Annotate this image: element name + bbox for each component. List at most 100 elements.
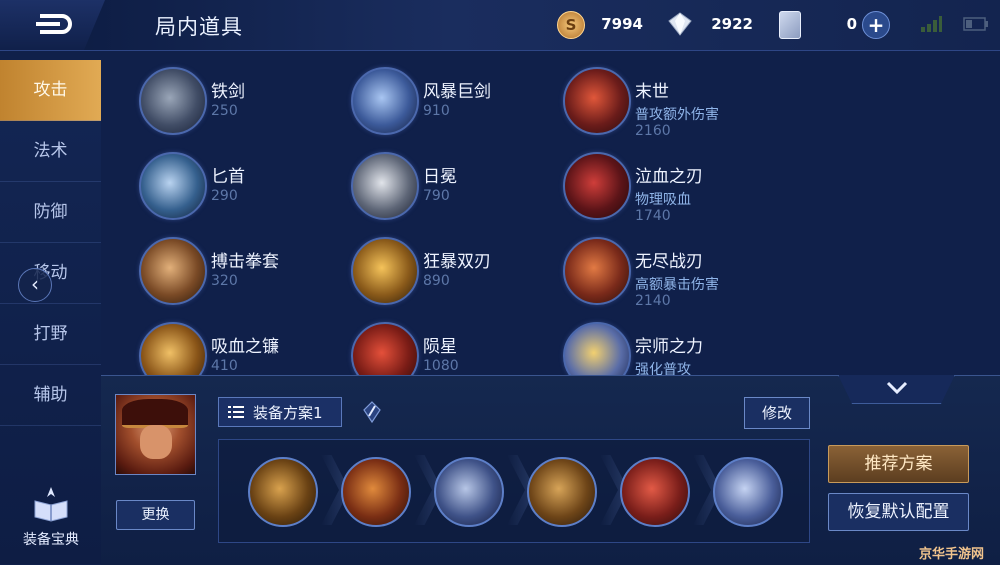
item-corona[interactable]: 日冕 790: [313, 140, 518, 220]
item-name: 吸血之镰: [211, 337, 279, 357]
collapse-panel-button[interactable]: [838, 375, 955, 404]
berserk-twin-blades-icon: [351, 237, 419, 305]
item-storm-greatsword[interactable]: 风暴巨剑 910: [313, 55, 518, 135]
battery-icon: [963, 17, 988, 31]
item-doomsday[interactable]: 末世 普攻额外伤害 2160: [525, 55, 730, 139]
gold-counter: S 7994: [557, 11, 643, 39]
dagger-icon: [139, 152, 207, 220]
item-price: 2140: [635, 293, 671, 309]
item-endless-war-blade[interactable]: 无尽战刃 高额暴击伤害 2140: [525, 225, 730, 309]
item-name: 陨星: [423, 337, 457, 357]
item-vampire-scythe[interactable]: 吸血之镰 410: [101, 310, 306, 375]
item-grid: 铁剑 250 风暴巨剑 910 末世 普攻额外伤害 2160 匕首 290 日冕…: [101, 55, 1000, 375]
tab-movement[interactable]: 移动: [0, 243, 101, 304]
collapse-sidebar-button[interactable]: ‹: [18, 268, 52, 302]
doomsday-icon: [563, 67, 631, 135]
master-power-icon: [563, 322, 631, 375]
rename-plan-button[interactable]: [360, 400, 384, 424]
top-bar: 局内道具 S 7994 2922 0 +: [0, 0, 1000, 51]
equipment-slots: [218, 439, 810, 543]
tab-attack[interactable]: 攻击: [0, 60, 101, 121]
item-berserk-twin-blades[interactable]: 狂暴双刃 890: [313, 225, 518, 305]
voucher-counter: 0: [777, 11, 857, 39]
item-name: 无尽战刃: [635, 252, 703, 272]
endless-war-blade-icon: [563, 237, 631, 305]
item-name: 风暴巨剑: [423, 82, 491, 102]
item-price: 250: [211, 103, 238, 119]
restore-default-button[interactable]: 恢复默认配置: [828, 493, 969, 531]
recommended-plan-button[interactable]: 推荐方案: [828, 445, 969, 483]
item-price: 1080: [423, 358, 459, 374]
iron-sword-icon: [139, 67, 207, 135]
edit-plan-button[interactable]: 修改: [744, 397, 810, 429]
item-meteor[interactable]: 陨星 1080: [313, 310, 518, 375]
diamond-icon: [667, 11, 693, 37]
item-boxing-gauntlet[interactable]: 搏击拳套 320: [101, 225, 306, 305]
cloak-icon[interactable]: [527, 457, 597, 527]
boxing-gauntlet-icon: [139, 237, 207, 305]
chevron-down-icon: [886, 381, 907, 395]
item-price: 1740: [635, 208, 671, 224]
item-bloodweeper-blade[interactable]: 泣血之刃 物理吸血 1740: [525, 140, 730, 224]
armor-icon[interactable]: [341, 457, 411, 527]
back-button[interactable]: [0, 0, 105, 50]
signal-icon: [921, 16, 942, 32]
item-name: 宗师之力: [635, 337, 703, 357]
scarab-icon[interactable]: [620, 457, 690, 527]
item-master-power[interactable]: 宗师之力 强化普攻: [525, 310, 730, 375]
tab-magic[interactable]: 法术: [0, 121, 101, 182]
vampire-scythe-icon: [139, 322, 207, 375]
item-description: 高额暴击伤害: [635, 277, 719, 293]
item-name: 泣血之刃: [635, 167, 703, 187]
hero-face: [140, 425, 172, 459]
item-name: 匕首: [211, 167, 245, 187]
tab-defense[interactable]: 防御: [0, 182, 101, 243]
list-icon: [228, 406, 244, 418]
add-voucher-button[interactable]: +: [862, 11, 890, 39]
item-name: 搏击拳套: [211, 252, 279, 272]
helm-icon[interactable]: [434, 457, 504, 527]
tab-jungle[interactable]: 打野: [0, 304, 101, 365]
back-arrow-icon: [36, 14, 72, 34]
gauntlet-icon[interactable]: [713, 457, 783, 527]
item-name: 末世: [635, 82, 669, 102]
item-name: 日冕: [423, 167, 457, 187]
item-price: 290: [211, 188, 238, 204]
gold-coin-icon: S: [557, 11, 585, 39]
voucher-icon: [779, 11, 801, 39]
tab-support[interactable]: 辅助: [0, 365, 101, 426]
item-description: 普攻额外伤害: [635, 107, 719, 123]
bloodweeper-blade-icon: [563, 152, 631, 220]
chevron-left-icon: ‹: [31, 272, 39, 296]
corona-icon: [351, 152, 419, 220]
boots-icon[interactable]: [248, 457, 318, 527]
page-title: 局内道具: [155, 15, 243, 39]
voucher-amount: 0: [846, 15, 857, 33]
pencil-icon: [363, 401, 381, 424]
item-price: 410: [211, 358, 238, 374]
swap-hero-button[interactable]: 更换: [116, 500, 195, 530]
diamond-counter: 2922: [667, 11, 753, 37]
diamond-amount: 2922: [711, 15, 753, 33]
hero-portrait: [115, 394, 196, 475]
item-price: 890: [423, 273, 450, 289]
watermark: 京华手游网: [919, 547, 985, 562]
meteor-icon: [351, 322, 419, 375]
item-price: 2160: [635, 123, 671, 139]
item-dagger[interactable]: 匕首 290: [101, 140, 306, 220]
item-name: 狂暴双刃: [423, 252, 491, 272]
plan-selector[interactable]: 装备方案1: [218, 397, 342, 427]
storm-greatsword-icon: [351, 67, 419, 135]
gold-amount: 7994: [601, 15, 643, 33]
hero-helmet: [122, 399, 188, 428]
item-iron-sword[interactable]: 铁剑 250: [101, 55, 306, 135]
item-name: 铁剑: [211, 82, 245, 102]
plan-name: 装备方案1: [253, 404, 323, 422]
item-description: 物理吸血: [635, 192, 691, 208]
item-price: 790: [423, 188, 450, 204]
equipment-codex-button[interactable]: 装备宝典: [12, 485, 90, 555]
codex-book-icon: [34, 487, 68, 522]
codex-label: 装备宝典: [23, 532, 79, 548]
item-price: 910: [423, 103, 450, 119]
item-price: 320: [211, 273, 238, 289]
